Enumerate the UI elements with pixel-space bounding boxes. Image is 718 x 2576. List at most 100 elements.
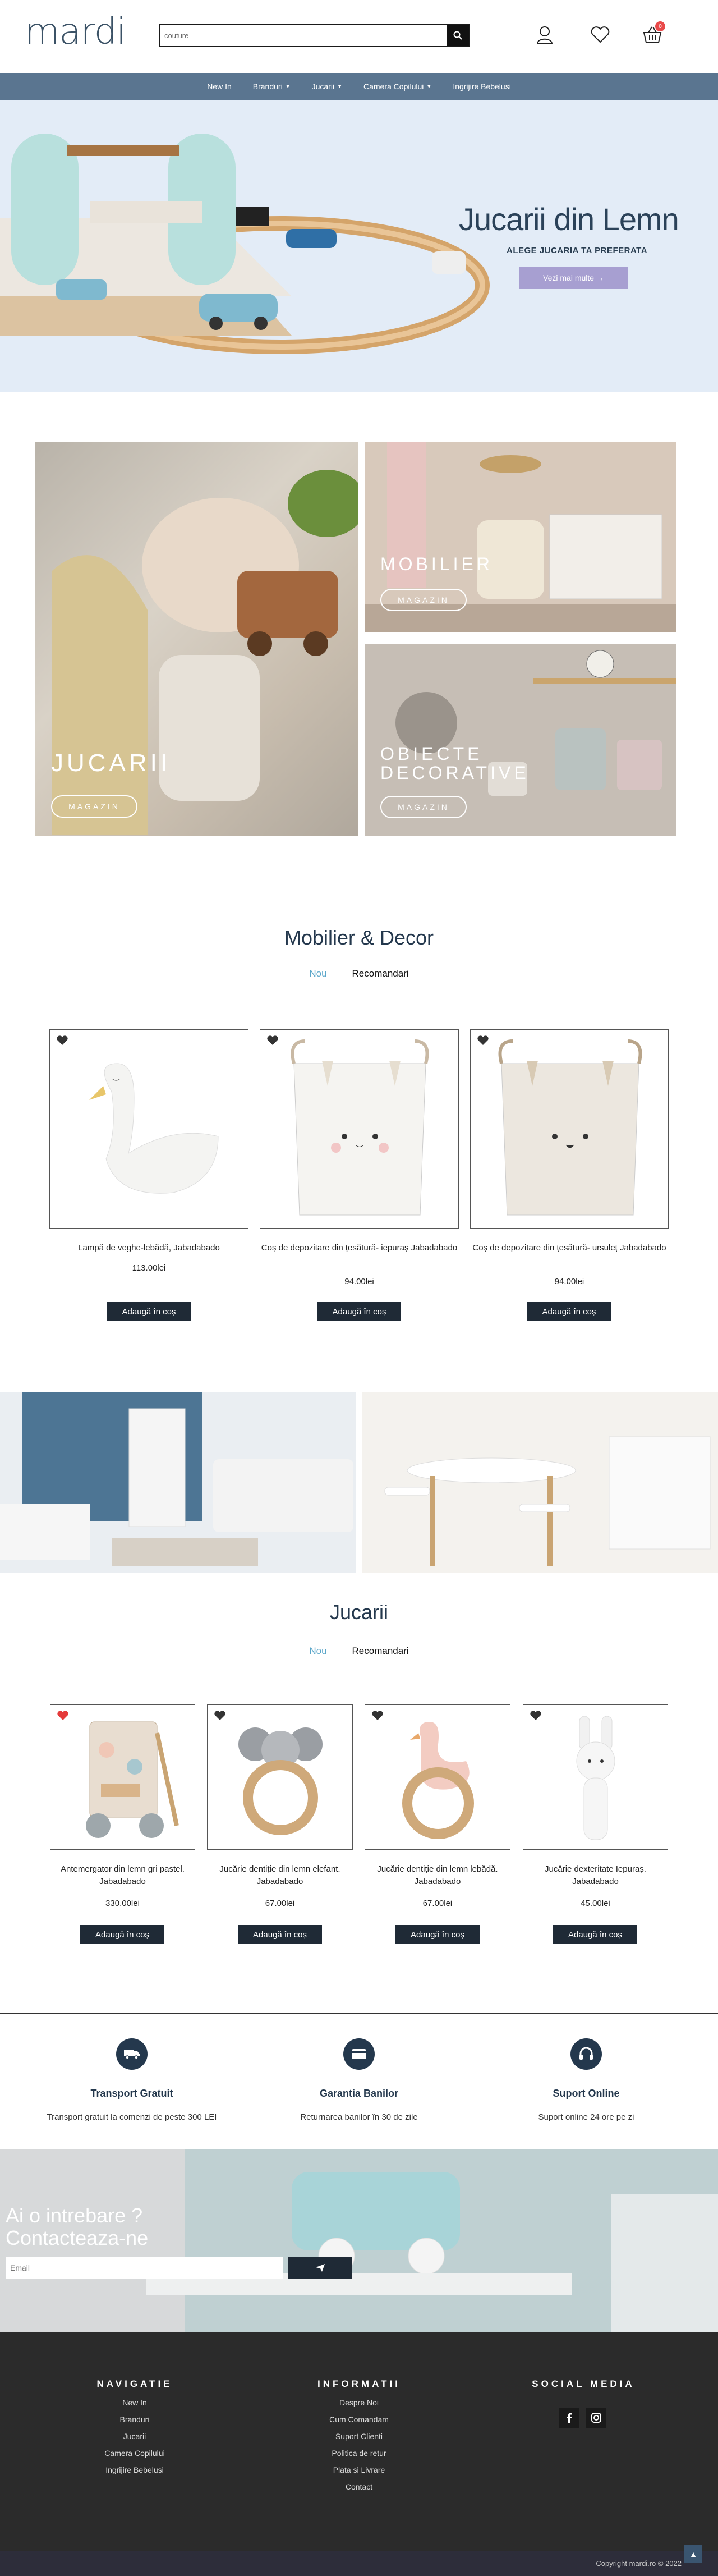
headset-icon [570, 2038, 602, 2070]
add-to-cart-button[interactable]: Adaugă în coș [553, 1925, 637, 1944]
nav-item-new-in[interactable]: New In [207, 82, 232, 91]
category-tile-mobilier[interactable]: MOBILIER MAGAZIN [365, 442, 676, 632]
section-title: Jucarii [329, 1601, 389, 1624]
account-icon[interactable] [533, 24, 556, 46]
nav-label: Camera Copilului [363, 82, 424, 91]
footer-nav-title: NAVIGATIE [96, 2378, 173, 2389]
add-to-cart-button[interactable]: Adaugă în coș [107, 1302, 191, 1321]
product-price: 94.00lei [344, 1277, 374, 1286]
hero-cta-button[interactable]: Vezi mai multe → [519, 267, 628, 289]
product-name[interactable]: Jucărie dexteritate Iepuraș. Jabadabado [523, 1863, 668, 1888]
product-price: 67.00lei [422, 1899, 453, 1908]
tab-recomandari[interactable]: Recomandari [352, 1645, 409, 1657]
product-image[interactable] [260, 1029, 459, 1229]
divider [0, 2013, 718, 2014]
contact-section: Ai o intrebare ? Contacteaza-ne [0, 2149, 718, 2332]
feature-text: Suport online 24 ore pe zi [538, 2112, 634, 2122]
cart-count-badge: 0 [655, 21, 665, 31]
wishlist-icon[interactable] [589, 24, 611, 46]
add-to-cart-button[interactable]: Adaugă în coș [238, 1925, 322, 1944]
tab-nou[interactable]: Nou [309, 968, 326, 979]
add-to-cart-button[interactable]: Adaugă în coș [80, 1925, 164, 1944]
site-logo[interactable]: mardi [25, 11, 126, 53]
footer-link[interactable]: New In [50, 2398, 219, 2407]
search-icon [453, 31, 462, 40]
product-image[interactable] [50, 1704, 195, 1850]
product-name[interactable]: Antemergator din lemn gri pastel. Jabada… [50, 1863, 195, 1888]
footer-link[interactable]: Politica de retur [275, 2449, 443, 2458]
footer-link[interactable]: Despre Noi [275, 2398, 443, 2407]
nav-item-branduri[interactable]: Branduri ▼ [253, 82, 291, 91]
hero-title: Jucarii din Lemn [459, 201, 679, 237]
search-button[interactable] [447, 25, 469, 46]
section-tabs: Nou Recomandari [0, 1645, 718, 1657]
product-price: 94.00lei [554, 1277, 584, 1286]
product-image[interactable] [207, 1704, 353, 1850]
bear-basket-image [498, 1039, 642, 1216]
footer-link[interactable]: Jucarii [50, 2432, 219, 2441]
section-tabs: Nou Recomandari [0, 968, 718, 979]
product-name[interactable]: Coș de depozitare din țesătură- iepuraș … [260, 1242, 459, 1254]
product-image[interactable] [523, 1704, 668, 1850]
footer-link[interactable]: Ingrijire Bebelusi [50, 2465, 219, 2474]
scroll-to-top-button[interactable]: ▲ [684, 2545, 702, 2563]
product-name[interactable]: Jucărie dentiție din lemn lebădă. Jabada… [365, 1863, 510, 1888]
footer-link[interactable]: Plata si Livrare [275, 2465, 443, 2474]
add-to-cart-button[interactable]: Adaugă în coș [527, 1302, 611, 1321]
product-price: 67.00lei [265, 1899, 295, 1908]
contact-title-line1: Ai o intrebare ? [6, 2204, 143, 2227]
footer-link[interactable]: Camera Copilului [50, 2449, 219, 2458]
nav-item-ingrijire-bebelusi[interactable]: Ingrijire Bebelusi [453, 82, 511, 91]
wallet-icon [343, 2038, 375, 2070]
footer-social-title: SOCIAL MEDIA [532, 2378, 635, 2389]
nav-item-camera-copilului[interactable]: Camera Copilului ▼ [363, 82, 431, 91]
kids-room-photo-1 [0, 1392, 356, 1573]
product-price: 113.00lei [132, 1263, 166, 1273]
hero-banner: Jucarii din Lemn ALEGE JUCARIA TA PREFER… [0, 100, 718, 392]
instagram-icon[interactable] [586, 2408, 606, 2428]
product-name[interactable]: Jucărie dentiție din lemn elefant. Jabad… [207, 1863, 353, 1888]
category-tile-obiecte-decorative[interactable]: OBIECTE DECORATIVE MAGAZIN [365, 644, 676, 836]
footer-link[interactable]: Contact [275, 2482, 443, 2491]
product-image[interactable] [49, 1029, 248, 1229]
footer-info-title: INFORMATII [317, 2378, 401, 2389]
product-name[interactable]: Lampă de veghe-lebădă, Jabadabado [49, 1242, 248, 1254]
chevron-down-icon: ▼ [285, 84, 291, 89]
jucarii-shop-button[interactable]: MAGAZIN [51, 795, 137, 818]
category-label: MOBILIER [380, 554, 493, 574]
footer-link[interactable]: Suport Clienti [275, 2432, 443, 2441]
search-input[interactable] [160, 25, 447, 46]
product-image[interactable] [365, 1704, 510, 1850]
nav-label: Branduri [252, 82, 283, 91]
chevron-down-icon: ▼ [426, 84, 432, 89]
elephant-teether-image [238, 1727, 323, 1835]
chevron-down-icon: ▼ [337, 84, 342, 89]
footer-link[interactable]: Cum Comandam [275, 2415, 443, 2424]
category-label: OBIECTE DECORATIVE [380, 744, 530, 783]
feature-title: Garantia Banilor [319, 2088, 399, 2099]
main-nav: New In Branduri ▼ Jucarii ▼ Camera Copilul… [0, 73, 718, 100]
category-tile-jucarii[interactable]: JUCARII MAGAZIN [35, 442, 358, 836]
hero-toy-image [0, 134, 490, 354]
paper-plane-icon [316, 2264, 325, 2272]
footer-link[interactable]: Branduri [50, 2415, 219, 2424]
swan-lamp-image [89, 1063, 219, 1194]
mobilier-shop-button[interactable]: MAGAZIN [380, 589, 467, 611]
nav-label: New In [207, 82, 232, 91]
obiecte-shop-button[interactable]: MAGAZIN [380, 796, 467, 818]
nav-item-jucarii[interactable]: Jucarii ▼ [312, 82, 342, 91]
send-button[interactable] [288, 2257, 352, 2279]
add-to-cart-button[interactable]: Adaugă în coș [395, 1925, 480, 1944]
feature-text: Transport gratuit la comenzi de peste 30… [47, 2112, 217, 2122]
walker-image [86, 1721, 179, 1838]
add-to-cart-button[interactable]: Adaugă în coș [317, 1302, 401, 1321]
product-image[interactable] [470, 1029, 669, 1229]
product-name[interactable]: Coș de depozitare din țesătură- ursuleț … [470, 1242, 669, 1254]
product-price: 330.00lei [105, 1899, 140, 1908]
facebook-icon[interactable] [559, 2408, 579, 2428]
email-field[interactable] [6, 2257, 283, 2279]
tab-nou[interactable]: Nou [309, 1645, 326, 1657]
feature-text: Returnarea banilor în 30 de zile [300, 2112, 418, 2122]
tab-recomandari[interactable]: Recomandari [352, 968, 409, 979]
arrow-up-icon: ▲ [689, 2550, 697, 2559]
